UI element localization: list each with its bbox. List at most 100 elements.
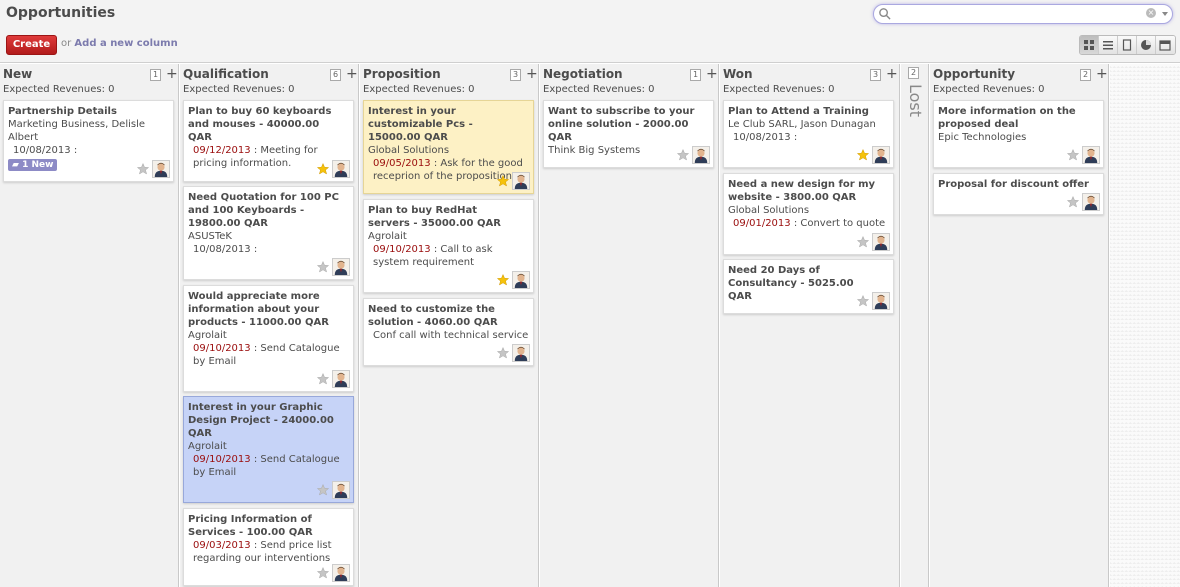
column-count[interactable]: 3 [870, 69, 881, 81]
avatar [872, 146, 890, 164]
star-icon[interactable] [497, 274, 509, 286]
opportunity-card[interactable]: Interest in your customizable Pcs - 1500… [363, 100, 534, 194]
card-next-action: 09/10/2013 : Call to ask system requirem… [368, 243, 529, 269]
card-next-action: 10/08/2013 : [188, 243, 349, 256]
avatar [872, 292, 890, 310]
card-title[interactable]: Plan to buy RedHat servers - 35000.00 QA… [368, 204, 529, 230]
card-title[interactable]: More information on the proposed deal [938, 105, 1099, 131]
card-title[interactable]: Plan to Attend a Training [728, 105, 889, 118]
star-icon[interactable] [317, 261, 329, 273]
star-icon[interactable] [317, 373, 329, 385]
star-icon[interactable] [497, 175, 509, 187]
card-date: 09/03/2013 [193, 540, 251, 551]
opportunity-card[interactable]: Want to subscribe to your online solutio… [543, 100, 714, 168]
opportunity-card[interactable]: Interest in your Graphic Design Project … [183, 396, 354, 503]
card-date: 09/01/2013 [733, 218, 791, 229]
folded-column-lost[interactable]: 2 Lost [901, 64, 929, 587]
column-title[interactable]: Negotiation [543, 67, 623, 81]
star-icon[interactable] [1067, 149, 1079, 161]
column-count[interactable]: 2 [1080, 69, 1091, 81]
star-icon[interactable] [317, 163, 329, 175]
star-icon[interactable] [857, 149, 869, 161]
create-button[interactable]: Create [6, 35, 57, 55]
star-icon[interactable] [677, 149, 689, 161]
card-title[interactable]: Interest in your customizable Pcs - 1500… [368, 105, 529, 144]
opportunity-card[interactable]: Would appreciate more information about … [183, 285, 354, 392]
card-title[interactable]: Proposal for discount offer [938, 178, 1099, 191]
column-title[interactable]: Won [723, 67, 753, 81]
avatar [872, 233, 890, 251]
quick-create-icon[interactable]: + [886, 66, 898, 82]
opportunity-card[interactable]: Proposal for discount offer [933, 173, 1104, 215]
kanban-column: Negotiation Expected Revenues: 0 1 + Want to… [540, 64, 719, 587]
card-next-action: 10/08/2013 : [8, 144, 169, 157]
opportunity-card[interactable]: Need 20 Days of Consultancy - 5025.00 QA… [723, 259, 894, 314]
search-input[interactable] [894, 7, 1144, 21]
opportunity-card[interactable]: Plan to buy RedHat servers - 35000.00 QA… [363, 199, 534, 293]
column-title[interactable]: New [3, 67, 32, 81]
clear-icon[interactable]: × [1146, 8, 1156, 18]
column-count[interactable]: 3 [510, 69, 521, 81]
star-icon[interactable] [857, 295, 869, 307]
card-title[interactable]: Need a new design for my website - 3800.… [728, 178, 889, 204]
opportunity-card[interactable]: Need to customize the solution - 4060.00… [363, 298, 534, 366]
card-title[interactable]: Pricing Information of Services - 100.00… [188, 513, 349, 539]
card-title[interactable]: Need to customize the solution - 4060.00… [368, 303, 529, 329]
page-title: Opportunities [6, 5, 116, 21]
column-title[interactable]: Proposition [363, 67, 441, 81]
star-icon[interactable] [317, 484, 329, 496]
opportunity-card[interactable]: Pricing Information of Services - 100.00… [183, 508, 354, 586]
chevron-down-icon[interactable] [1162, 12, 1168, 16]
message-badge[interactable]: ▰ 1 New [8, 159, 58, 171]
calendar-view-button[interactable] [1156, 36, 1175, 54]
opportunity-card[interactable]: More information on the proposed deal Epi… [933, 100, 1104, 168]
quick-create-icon[interactable]: + [1096, 66, 1108, 82]
search-box[interactable]: × [873, 4, 1173, 24]
opportunity-card[interactable]: Plan to Attend a Training Le Club SARL, J… [723, 100, 894, 168]
star-icon[interactable] [497, 347, 509, 359]
kanban-view-button[interactable] [1080, 36, 1099, 54]
form-view-button[interactable] [1118, 36, 1137, 54]
column-title[interactable]: Qualification [183, 67, 269, 81]
card-title[interactable]: Plan to buy 60 keyboards and mouses - 40… [188, 105, 349, 144]
graph-view-button[interactable] [1137, 36, 1156, 54]
column-title: Lost [906, 84, 925, 118]
card-note: : [70, 145, 78, 156]
column-expected-revenue: Expected Revenues: 0 [183, 84, 295, 95]
column-count[interactable]: 1 [150, 69, 161, 81]
column-count[interactable]: 1 [690, 69, 701, 81]
card-title[interactable]: Partnership Details [8, 105, 169, 118]
opportunity-card[interactable]: Plan to buy 60 keyboards and mouses - 40… [183, 100, 354, 182]
star-icon[interactable] [317, 567, 329, 579]
star-icon[interactable] [1067, 196, 1079, 208]
list-view-button[interactable] [1099, 36, 1118, 54]
card-partner: Agrolait [188, 441, 227, 452]
card-title[interactable]: Would appreciate more information about … [188, 290, 349, 329]
card-title[interactable]: Interest in your Graphic Design Project … [188, 401, 349, 440]
kanban-column: New Expected Revenues: 0 1 + Partnership Det… [0, 64, 179, 587]
card-title[interactable]: Need Quotation for 100 PC and 100 Keyboa… [188, 191, 349, 230]
pie-chart-icon [1141, 40, 1151, 50]
column-count[interactable]: 6 [330, 69, 341, 81]
add-column-link[interactable]: Add a new column [74, 38, 177, 49]
quick-create-icon[interactable]: + [526, 66, 538, 82]
card-partner: Epic Technologies [938, 132, 1027, 143]
avatar [1082, 146, 1100, 164]
add-column-area: or Add a new column [61, 38, 178, 49]
opportunity-card[interactable]: Need Quotation for 100 PC and 100 Keyboa… [183, 186, 354, 280]
opportunity-card[interactable]: Need a new design for my website - 3800.… [723, 173, 894, 255]
kanban-column: Won Expected Revenues: 0 3 + Plan to Attend … [720, 64, 900, 587]
quick-create-icon[interactable]: + [706, 66, 718, 82]
card-date: 10/08/2013 [13, 145, 71, 156]
avatar [512, 271, 530, 289]
column-expected-revenue: Expected Revenues: 0 [543, 84, 655, 95]
empty-board-area [1110, 64, 1180, 587]
star-icon[interactable] [857, 236, 869, 248]
quick-create-icon[interactable]: + [346, 66, 358, 82]
star-icon[interactable] [137, 163, 149, 175]
card-title[interactable]: Want to subscribe to your online solutio… [548, 105, 709, 144]
column-title[interactable]: Opportunity [933, 67, 1015, 81]
opportunity-card[interactable]: Partnership Details Marketing Business, D… [3, 100, 174, 182]
avatar [512, 344, 530, 362]
quick-create-icon[interactable]: + [166, 66, 178, 82]
